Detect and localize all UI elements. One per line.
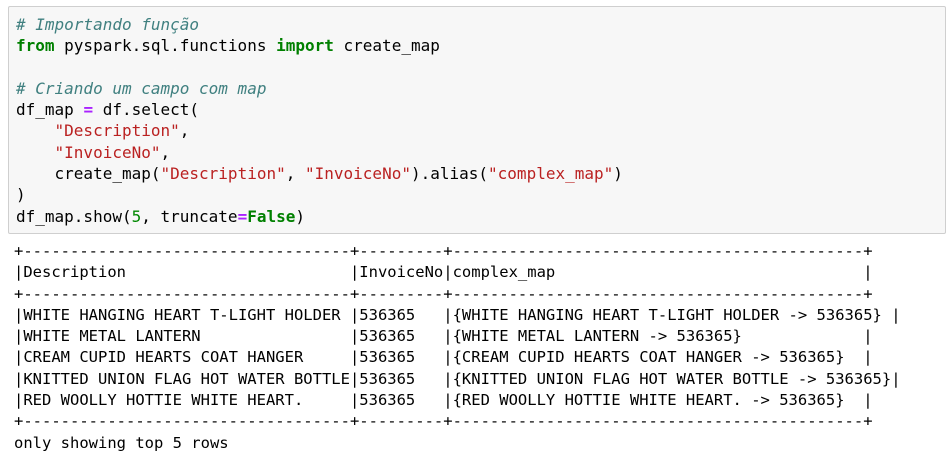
table-row: |CREAM CUPID HEARTS COAT HANGER |536365 … bbox=[14, 348, 873, 367]
comma: , bbox=[160, 142, 171, 162]
map-arg-description: "Description" bbox=[160, 164, 286, 184]
alias-arg: "complex_map" bbox=[488, 164, 614, 184]
table-header: |Description |InvoiceNo|complex_map | bbox=[14, 263, 873, 282]
show-close: ) bbox=[295, 206, 306, 226]
alias-close: ) bbox=[613, 164, 623, 184]
show-prefix: df_map.show( bbox=[16, 206, 132, 226]
select-prefix: df_map bbox=[16, 100, 84, 120]
code-editor[interactable]: # Importando função from pyspark.sql.fun… bbox=[16, 14, 623, 227]
assign-operator: = bbox=[83, 100, 94, 120]
alias-call: ).alias( bbox=[410, 164, 489, 184]
output-footer-note: only showing top 5 rows bbox=[14, 433, 229, 452]
close-paren: ) bbox=[16, 185, 26, 205]
table-border-bottom: +-----------------------------------+---… bbox=[14, 412, 873, 431]
show-num: 5 bbox=[131, 206, 142, 226]
map-arg-invoiceno: "InvoiceNo" bbox=[305, 164, 411, 184]
code-comment-import: # Importando função bbox=[16, 15, 200, 34]
code-comment-map: # Criando um campo com map bbox=[16, 78, 267, 98]
arg-description: "Description" bbox=[54, 121, 180, 141]
import-module: pyspark.sql.functions bbox=[54, 36, 277, 56]
table-row: |WHITE HANGING HEART T-LIGHT HOLDER |536… bbox=[14, 305, 901, 324]
map-separator: , bbox=[285, 164, 305, 184]
table-border-top: +-----------------------------------+---… bbox=[14, 242, 873, 260]
table-row: |KNITTED UNION FLAG HOT WATER BOTTLE|536… bbox=[14, 369, 901, 388]
table-row: |WHITE METAL LANTERN |536365 |{WHITE MET… bbox=[14, 327, 873, 346]
comma: , bbox=[179, 121, 190, 141]
keyword-import: import bbox=[276, 36, 334, 56]
keyword-from: from bbox=[16, 36, 55, 56]
cell-output: +-----------------------------------+---… bbox=[14, 241, 939, 454]
show-mid: , truncate bbox=[141, 206, 238, 226]
arg-invoiceno: "InvoiceNo" bbox=[54, 142, 161, 162]
import-name: create_map bbox=[333, 36, 440, 56]
show-eq: = bbox=[237, 206, 248, 226]
table-border-mid: +-----------------------------------+---… bbox=[14, 284, 873, 303]
code-input-cell[interactable]: # Importando função from pyspark.sql.fun… bbox=[8, 6, 946, 234]
keyword-false: False bbox=[247, 206, 296, 226]
select-call: df.select( bbox=[93, 100, 200, 120]
map-call: create_map( bbox=[54, 164, 161, 184]
table-row: |RED WOOLLY HOTTIE WHITE HEART. |536365 … bbox=[14, 391, 873, 410]
